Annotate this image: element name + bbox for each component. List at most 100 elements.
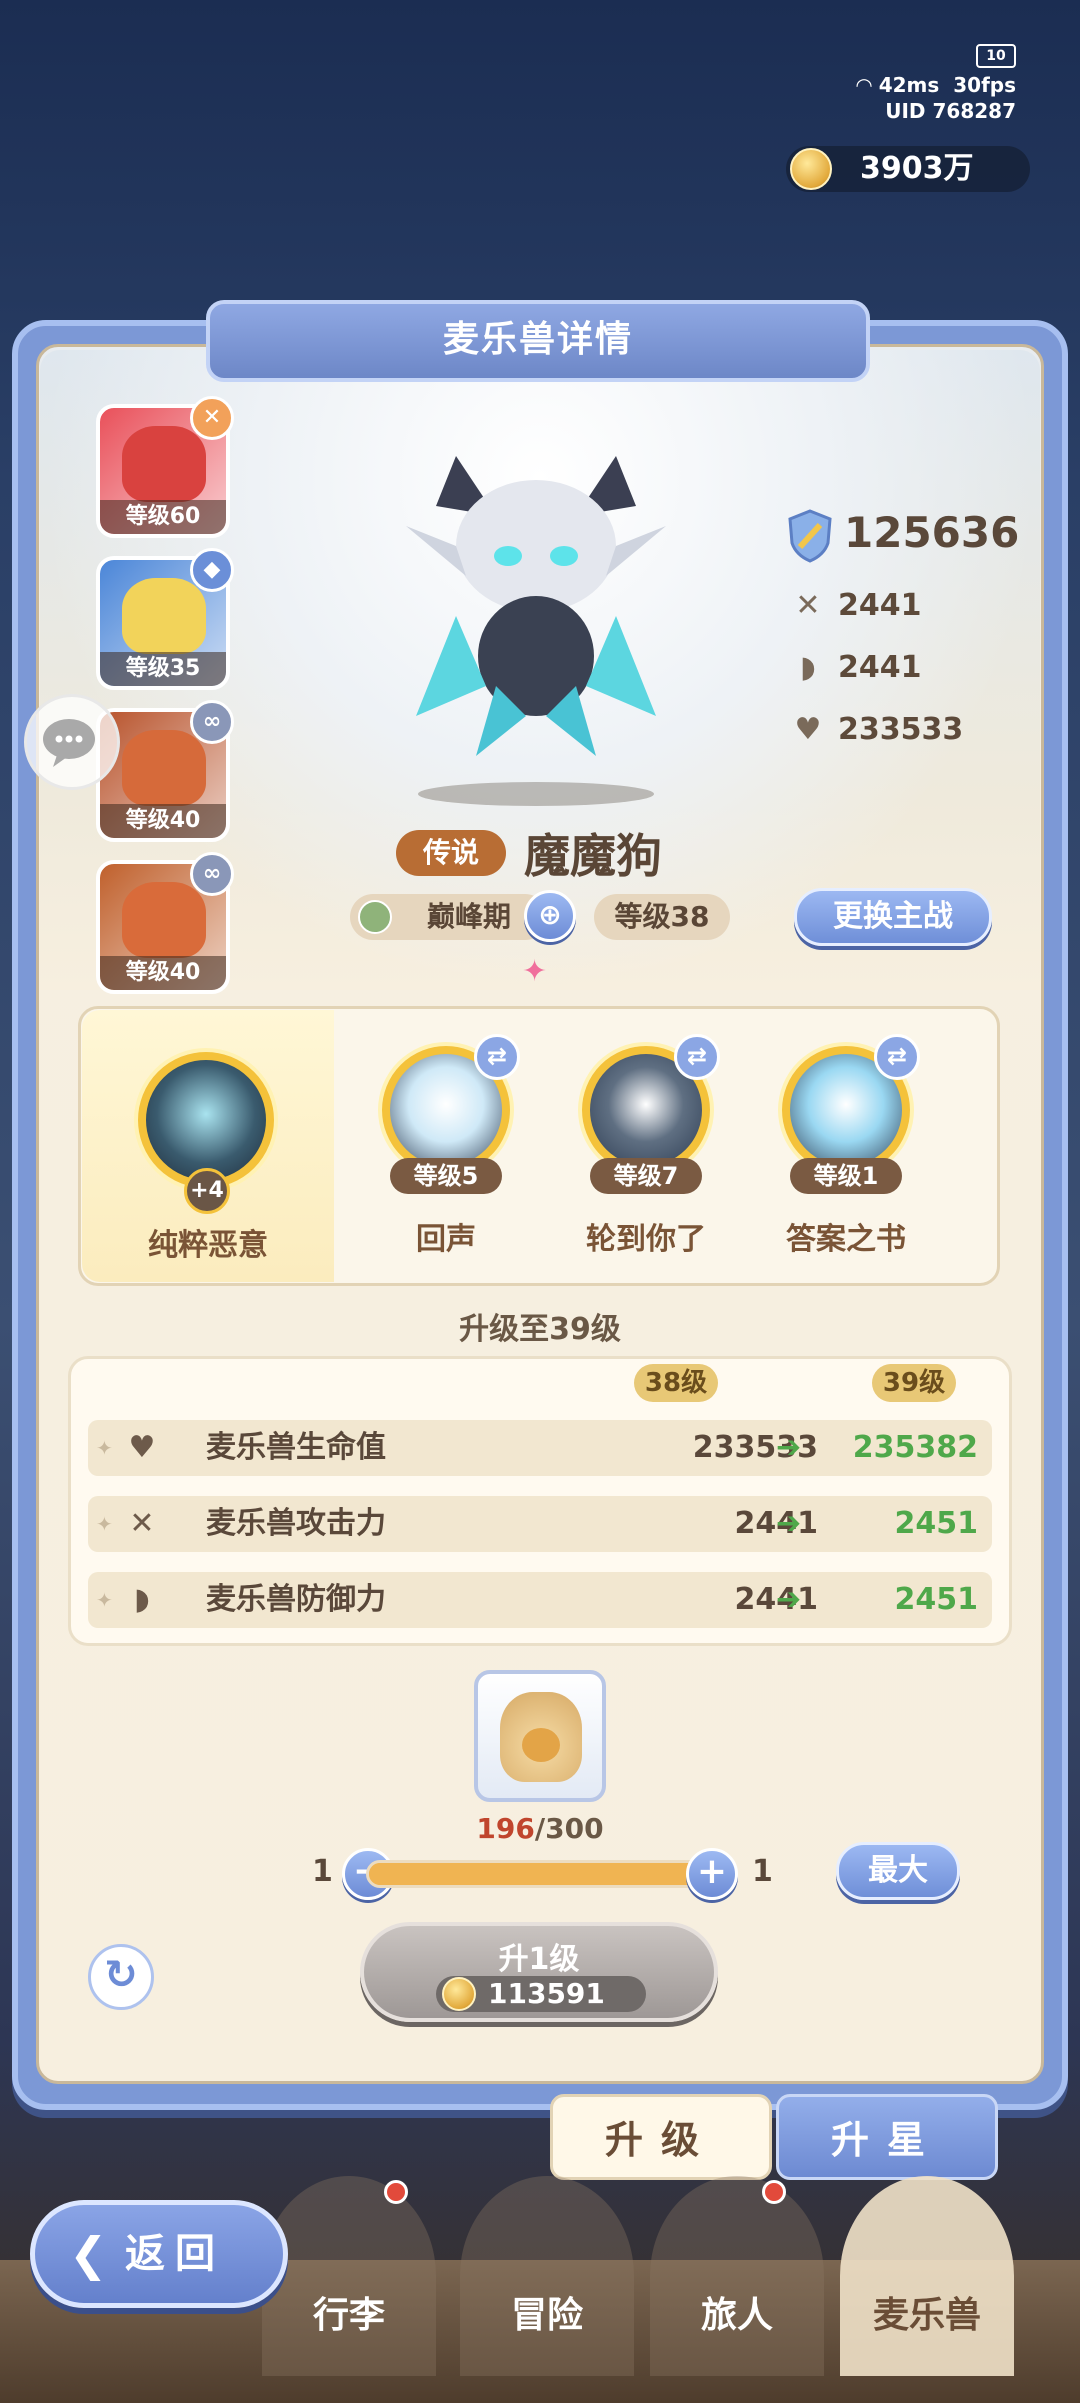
battery-icon: 10 [976, 44, 1016, 68]
stat-defense: ◗ 2441 [786, 650, 922, 685]
team-member-badge-icon: ∞ [190, 852, 234, 896]
shield-icon: ◗ [134, 1582, 150, 1617]
tab-star-up[interactable]: 升星 [776, 2094, 998, 2180]
sparkle-icon: ✦ [522, 954, 548, 989]
team-member-badge-icon: ◆ [190, 548, 234, 592]
stat-label: 麦乐兽防御力 [206, 1582, 386, 1617]
back-button[interactable]: ❮ 返回 [30, 2200, 288, 2308]
nav-item-label: 行李 [312, 2295, 385, 2336]
stage-pill: 巅峰期 [350, 894, 548, 940]
quantity-slider[interactable] [366, 1860, 710, 1888]
to-level: 39级 [872, 1364, 956, 1402]
team-member-level: 等级40 [100, 956, 226, 990]
skill-level: 等级1 [790, 1158, 902, 1194]
team-member-level: 等级60 [100, 500, 226, 534]
stat-attack: ✕ 2441 [786, 588, 922, 623]
magnifier-icon: ⊕ [538, 898, 562, 931]
material-have: 196 [476, 1812, 535, 1845]
creature-shadow [418, 782, 654, 806]
team-member-portrait [122, 730, 206, 806]
coin-amount: 3903万 [860, 151, 974, 186]
arrow-right-icon: ➔ [776, 1506, 802, 1541]
nav-item-label: 麦乐兽 [872, 2295, 981, 2336]
status-hud: 10 ◠ 42ms 30fps UID 768287 [856, 40, 1016, 124]
nav-item[interactable]: 麦乐兽 [840, 2176, 1014, 2376]
skill-slot[interactable]: ⇄ 等级1 答案之书 [770, 1034, 930, 1270]
uid-value: 768287 [932, 99, 1017, 123]
paw-icon [522, 1728, 560, 1762]
power-shield-icon [788, 508, 832, 563]
power-value: 125636 [844, 508, 1020, 557]
skill-name: 轮到你了 [586, 1222, 706, 1257]
swap-icon[interactable]: ⇄ [474, 1034, 520, 1080]
swap-icon[interactable]: ⇄ [674, 1034, 720, 1080]
sparkle-icon: ✦ [96, 1436, 113, 1460]
stage-icon [358, 900, 392, 934]
back-arrow-icon: ❮ [69, 2227, 118, 2281]
ping-text: 42ms [878, 73, 940, 97]
defense-value: 2441 [838, 650, 922, 685]
team-member-level: 等级40 [100, 804, 226, 838]
refresh-icon: ↻ [104, 1952, 138, 1998]
main-skill[interactable]: +4 纯粹恶意 [82, 1010, 334, 1282]
coin-balance: 3903万 [786, 146, 1030, 192]
skill-name: 回声 [416, 1222, 476, 1257]
change-main-button[interactable]: 更换主战 [794, 888, 992, 946]
material-count: 196/300 [0, 1812, 1080, 1845]
upgrade-stat-row: ✦ ✕ 麦乐兽攻击力 2441 ➔ 2451 [88, 1496, 992, 1552]
stage-label: 巅峰期 [426, 900, 511, 933]
slider-min-label: 1 [312, 1854, 333, 1889]
swords-icon: ✕ [795, 588, 821, 623]
chat-icon [43, 719, 95, 767]
coin-icon [790, 148, 832, 190]
main-skill-name: 纯粹恶意 [148, 1228, 268, 1263]
upgrade-title: 升级至39级 [459, 1312, 621, 1347]
upgrade-stat-row: ✦ ♥ 麦乐兽生命值 233533 ➔ 235382 [88, 1420, 992, 1476]
zoom-button[interactable]: ⊕ [524, 890, 576, 942]
swords-icon: ✕ [129, 1506, 155, 1541]
sparkle-icon: ✦ [96, 1512, 113, 1536]
level-up-cost-value: 113591 [488, 1977, 605, 2010]
back-label: 返回 [125, 2231, 225, 2277]
combat-power: 125636 [786, 508, 1019, 563]
skill-level: 等级7 [590, 1158, 702, 1194]
sparkle-icon: ✦ [96, 1588, 113, 1612]
creature-image [406, 456, 666, 756]
tab-upgrade[interactable]: 升级 [550, 2094, 772, 2180]
nav-item[interactable]: 冒险 [460, 2176, 634, 2376]
material-item[interactable] [474, 1670, 606, 1802]
refresh-button[interactable]: ↻ [88, 1944, 154, 2010]
team-member-portrait [122, 578, 206, 654]
team-member-badge-icon: ∞ [190, 700, 234, 744]
nav-item[interactable]: 行李 [262, 2176, 436, 2376]
nav-item[interactable]: 旅人 [650, 2176, 824, 2376]
stat-hp: ♥ 233533 [786, 712, 964, 747]
team-member-portrait [122, 882, 206, 958]
attack-value: 2441 [838, 588, 922, 623]
max-button[interactable]: 最大 [836, 1842, 960, 1900]
skill-slot[interactable]: ⇄ 等级7 轮到你了 [570, 1034, 730, 1270]
stat-label: 麦乐兽攻击力 [206, 1506, 386, 1541]
notification-dot [384, 2180, 408, 2204]
notification-dot [762, 2180, 786, 2204]
level-up-cost: 113591 [436, 1976, 646, 2012]
upgrade-stat-row: ✦ ◗ 麦乐兽防御力 2441 ➔ 2451 [88, 1572, 992, 1628]
level-up-button[interactable]: 升1级 113591 [360, 1922, 718, 2022]
stat-next: 2451 [894, 1506, 979, 1541]
heart-icon: ♥ [794, 712, 822, 747]
rarity-badge: 传说 [396, 830, 506, 876]
pet-name: 魔魔狗 [524, 829, 662, 883]
uid-label: UID [885, 99, 926, 123]
heart-icon: ♥ [128, 1430, 156, 1465]
swap-icon[interactable]: ⇄ [874, 1034, 920, 1080]
chat-button[interactable] [24, 694, 120, 790]
skill-slot[interactable]: ⇄ 等级5 回声 [370, 1034, 530, 1270]
increase-button[interactable]: + [686, 1848, 738, 1900]
from-level: 38级 [634, 1364, 718, 1402]
slider-max-label: 1 [752, 1854, 773, 1889]
nav-item-label: 冒险 [510, 2295, 583, 2336]
shield-icon: ◗ [800, 650, 816, 685]
team-member-level: 等级35 [100, 652, 226, 686]
stat-label: 麦乐兽生命值 [206, 1430, 386, 1465]
team-member-badge-icon: ✕ [190, 396, 234, 440]
